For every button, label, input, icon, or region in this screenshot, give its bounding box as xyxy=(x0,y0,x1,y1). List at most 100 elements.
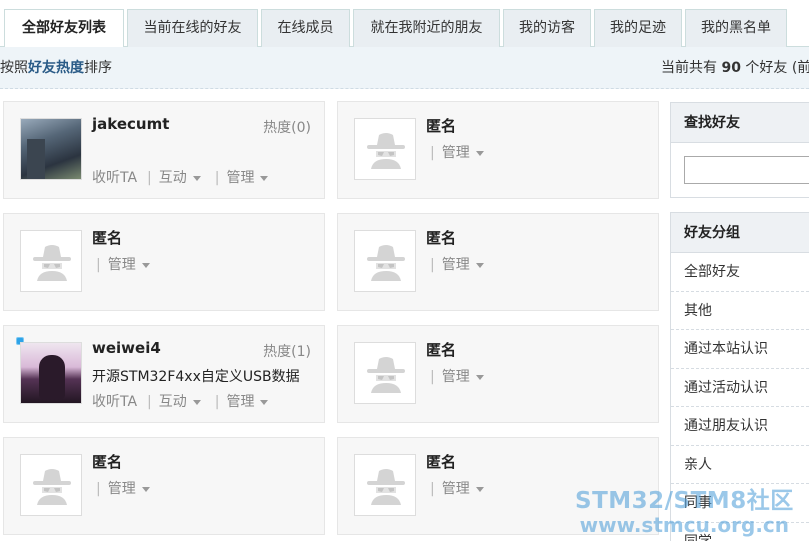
separator: | xyxy=(430,369,435,385)
manage-label: 管理 xyxy=(226,170,255,186)
anonymous-icon xyxy=(367,133,405,169)
friend-card: 匿名 | 管理 xyxy=(3,213,325,311)
friend-card: 匿名 | 管理 xyxy=(337,325,659,423)
avatar[interactable] xyxy=(354,230,416,292)
interact-menu[interactable]: 互动 xyxy=(159,167,201,187)
group-item-site[interactable]: 通过本站认识 xyxy=(671,330,809,369)
tab-nearby-friends[interactable]: 就在我附近的朋友 xyxy=(353,9,500,47)
friend-name[interactable]: 匿名 xyxy=(426,227,456,248)
manage-label: 管理 xyxy=(441,257,470,273)
group-item-classmate[interactable]: 同学 xyxy=(671,523,809,541)
manage-label: 管理 xyxy=(226,394,255,410)
avatar[interactable] xyxy=(20,342,82,404)
friend-actions: | 管理 xyxy=(88,254,150,274)
friend-actions: | 管理 xyxy=(422,366,484,386)
count-value: 90 xyxy=(721,60,741,76)
sort-key-link[interactable]: 好友热度 xyxy=(28,60,84,76)
anonymous-icon xyxy=(367,469,405,505)
manage-menu[interactable]: 管理 xyxy=(442,366,484,386)
separator: | xyxy=(430,145,435,161)
group-item-friends[interactable]: 通过朋友认识 xyxy=(671,407,809,446)
sort-bar: 按照好友热度排序 当前共有 90 个好友 (前 xyxy=(0,47,809,89)
friend-actions: | 管理 xyxy=(422,254,484,274)
friend-heat: 热度(0) xyxy=(263,120,311,136)
listen-link[interactable]: 收听TA xyxy=(92,391,137,411)
chevron-down-icon xyxy=(192,399,201,405)
chevron-down-icon xyxy=(192,175,201,181)
avatar[interactable] xyxy=(20,230,82,292)
friend-actions: | 管理 xyxy=(422,478,484,498)
friend-name[interactable]: jakecumt xyxy=(92,115,169,133)
count-suffix: 个好友 (前 xyxy=(745,60,809,76)
manage-menu[interactable]: 管理 xyxy=(108,478,150,498)
chevron-down-icon xyxy=(475,374,484,380)
avatar[interactable] xyxy=(354,454,416,516)
manage-menu[interactable]: 管理 xyxy=(442,478,484,498)
friend-actions: 收听TA | 互动 | 管理 xyxy=(92,391,269,411)
avatar[interactable] xyxy=(20,118,82,180)
tab-online-friends[interactable]: 当前在线的好友 xyxy=(127,9,258,47)
chevron-down-icon xyxy=(475,150,484,156)
tab-my-visitors[interactable]: 我的访客 xyxy=(503,9,591,47)
group-item-family[interactable]: 亲人 xyxy=(671,446,809,484)
tab-all-friends[interactable]: 全部好友列表 xyxy=(4,9,124,48)
friend-name[interactable]: 匿名 xyxy=(92,227,122,248)
tab-my-blacklist[interactable]: 我的黑名单 xyxy=(685,9,787,47)
search-friend-input[interactable] xyxy=(684,156,809,184)
interact-menu[interactable]: 互动 xyxy=(159,391,201,411)
friend-group-title: 好友分组 xyxy=(671,213,809,253)
manage-label: 管理 xyxy=(441,481,470,497)
friend-name[interactable]: 匿名 xyxy=(426,115,456,136)
interact-label: 互动 xyxy=(158,170,187,186)
friend-actions: | 管理 xyxy=(88,478,150,498)
manage-menu[interactable]: 管理 xyxy=(108,254,150,274)
chevron-down-icon xyxy=(260,399,269,405)
avatar[interactable] xyxy=(20,454,82,516)
friend-card: 匿名 | 管理 xyxy=(337,437,659,535)
manage-menu[interactable]: 管理 xyxy=(226,167,269,187)
chevron-down-icon xyxy=(141,262,150,268)
friend-name[interactable]: 匿名 xyxy=(92,451,122,472)
search-friend-title: 查找好友 xyxy=(671,103,809,143)
group-item-event[interactable]: 通过活动认识 xyxy=(671,369,809,407)
manage-label: 管理 xyxy=(107,481,136,497)
anonymous-icon xyxy=(33,469,71,505)
manage-label: 管理 xyxy=(441,369,470,385)
tab-bar: 全部好友列表 当前在线的好友 在线成员 就在我附近的朋友 我的访客 我的足迹 我… xyxy=(0,0,809,48)
friend-card: jakecumt 热度(0) 收听TA | 互动 | 管理 xyxy=(3,101,325,199)
count-prefix: 当前共有 xyxy=(661,60,717,76)
manage-label: 管理 xyxy=(107,257,136,273)
group-item-colleague[interactable]: 同事 xyxy=(671,484,809,523)
separator: | xyxy=(214,170,220,186)
group-item-all[interactable]: 全部好友 xyxy=(671,253,809,292)
tab-my-footprints[interactable]: 我的足迹 xyxy=(594,9,682,47)
manage-menu[interactable]: 管理 xyxy=(442,254,484,274)
chevron-down-icon xyxy=(475,486,484,492)
manage-menu[interactable]: 管理 xyxy=(442,142,484,162)
chevron-down-icon xyxy=(260,175,269,181)
separator: | xyxy=(430,481,435,497)
manage-label: 管理 xyxy=(441,145,470,161)
separator: | xyxy=(147,394,152,410)
separator: | xyxy=(96,481,101,497)
separator: | xyxy=(214,394,220,410)
listen-link[interactable]: 收听TA xyxy=(92,167,137,187)
separator: | xyxy=(147,170,152,186)
group-item-other[interactable]: 其他 xyxy=(671,292,809,330)
tab-online-members[interactable]: 在线成员 xyxy=(261,9,350,47)
friend-actions: 收听TA | 互动 | 管理 xyxy=(92,167,269,187)
friend-name[interactable]: weiwei4 xyxy=(92,339,161,357)
avatar[interactable] xyxy=(354,118,416,180)
friend-name[interactable]: 匿名 xyxy=(426,451,456,472)
chevron-down-icon xyxy=(475,262,484,268)
friend-card: 匿名 | 管理 xyxy=(337,101,659,199)
anonymous-icon xyxy=(367,245,405,281)
friend-card: weiwei4 热度(1) 开源STM32F4xx自定义USB数据 收听TA | 互… xyxy=(3,325,325,423)
friend-group-panel: 好友分组 全部好友 其他 通过本站认识 通过活动认识 通过朋友认识 亲人 同事 … xyxy=(670,212,809,541)
avatar[interactable] xyxy=(354,342,416,404)
sort-suffix: 排序 xyxy=(84,60,112,76)
anonymous-icon xyxy=(367,357,405,393)
manage-menu[interactable]: 管理 xyxy=(226,391,269,411)
friend-status-text[interactable]: 开源STM32F4xx自定义USB数据 xyxy=(92,366,300,386)
friend-name[interactable]: 匿名 xyxy=(426,339,456,360)
